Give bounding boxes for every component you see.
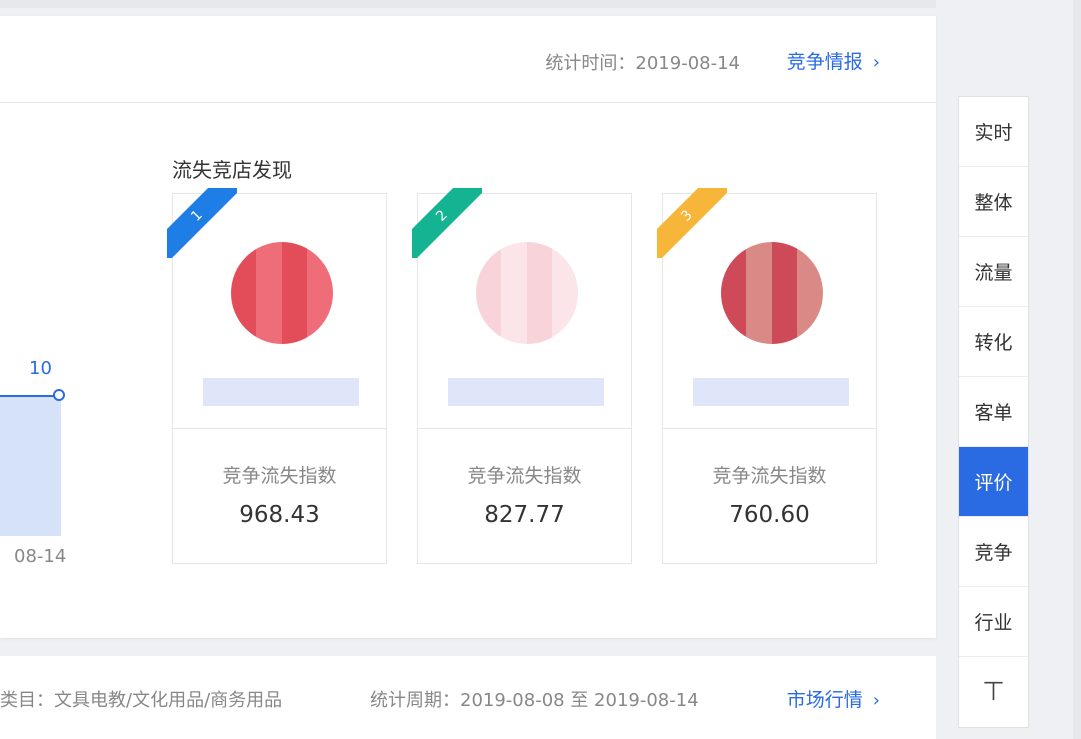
chart-area-fill [0, 396, 61, 536]
competition-intel-link[interactable]: 竞争情报 › [787, 47, 880, 74]
side-nav-item-order-value[interactable]: 客单 [959, 377, 1028, 447]
shop-name-blur [693, 378, 849, 406]
side-nav-item-competition[interactable]: 竞争 [959, 517, 1028, 587]
loss-index-label: 竞争流失指数 [222, 465, 337, 487]
side-nav-item-reviews[interactable]: 评价 [959, 447, 1028, 517]
arrow-up-icon: ⊤ [982, 677, 1005, 707]
side-nav-item-realtime[interactable]: 实时 [959, 97, 1028, 167]
card-header: 统计时间：2019-08-14 竞争情报 › [0, 16, 936, 103]
side-nav: 实时 整体 流量 转化 客单 评价 竞争 行业 ⊤ [958, 96, 1029, 728]
market-card: 类目：文具电教/文化用品/商务用品 统计周期：2019-08-08 至 2019… [0, 656, 936, 739]
side-nav-item-industry[interactable]: 行业 [959, 587, 1028, 657]
competition-card: 统计时间：2019-08-14 竞争情报 › 10 08-14 流失竞店发现 1 … [0, 16, 936, 638]
loss-index-value: 827.77 [484, 502, 565, 528]
rank-number: 3 [657, 188, 727, 258]
back-to-top-button[interactable]: ⊤ [959, 657, 1028, 727]
side-nav-item-conversion[interactable]: 转化 [959, 307, 1028, 377]
chevron-right-icon: › [872, 52, 880, 73]
chart-data-label: 10 [29, 358, 52, 379]
chart-data-point[interactable] [53, 389, 65, 401]
market-trend-label: 市场行情 [786, 689, 863, 711]
shop-logo-mosaic [476, 242, 578, 344]
loss-index-value: 968.43 [239, 502, 320, 528]
top-strip [0, 0, 936, 8]
loss-index-label: 竞争流失指数 [467, 465, 582, 487]
side-nav-item-overall[interactable]: 整体 [959, 167, 1028, 237]
side-nav-item-traffic[interactable]: 流量 [959, 237, 1028, 307]
lost-shop-card-2[interactable]: 2 竞争流失指数 827.77 [412, 188, 632, 564]
chart-series-line [0, 395, 61, 397]
stat-period: 统计周期：2019-08-08 至 2019-08-14 [370, 690, 699, 711]
chevron-right-icon: › [872, 690, 880, 711]
rank-number: 1 [167, 188, 237, 258]
lost-shop-card-1[interactable]: 1 竞争流失指数 968.43 [167, 188, 387, 564]
section-title: 流失竞店发现 [172, 158, 292, 182]
rank-ribbon: 3 [657, 188, 727, 258]
rank-ribbon: 1 [167, 188, 237, 258]
loss-index-value: 760.60 [729, 502, 810, 528]
rank-ribbon: 2 [412, 188, 482, 258]
shop-name-blur [203, 378, 359, 406]
competition-intel-label: 竞争情报 [786, 51, 863, 73]
market-trend-link[interactable]: 市场行情 › [787, 685, 880, 712]
stat-time: 统计时间：2019-08-14 [545, 53, 740, 74]
page-scroll-edge [1073, 0, 1081, 739]
rank-number: 2 [412, 188, 482, 258]
chart-x-tick: 08-14 [14, 546, 67, 567]
lost-shop-card-3[interactable]: 3 竞争流失指数 760.60 [657, 188, 877, 564]
shop-logo-mosaic [231, 242, 333, 344]
trend-chart: 10 08-14 [0, 356, 120, 576]
category-text: 类目：文具电教/文化用品/商务用品 [0, 690, 283, 711]
loss-index-label: 竞争流失指数 [712, 465, 827, 487]
shop-name-blur [448, 378, 604, 406]
shop-logo-mosaic [721, 242, 823, 344]
